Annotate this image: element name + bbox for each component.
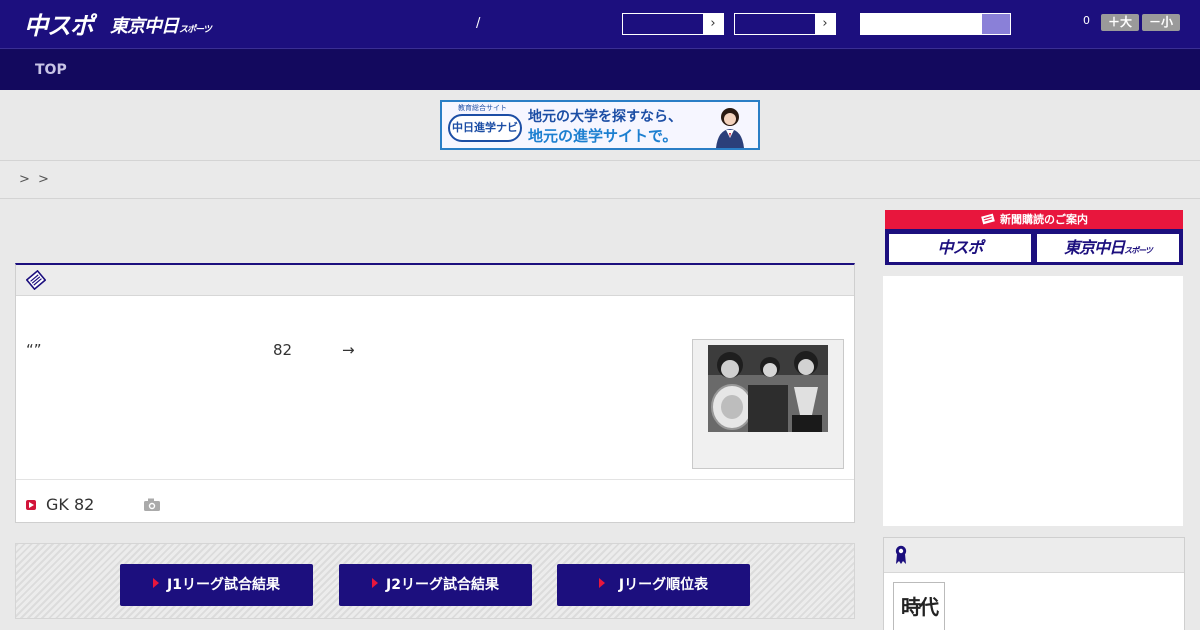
tokyo-chunichi-logo[interactable]: 東京中日スポーツ (110, 12, 212, 38)
play-bullet-icon (26, 500, 36, 510)
chuspo-subscribe-button[interactable]: 中スポ (888, 233, 1032, 263)
person-image (716, 108, 744, 148)
j-standings-label: Jリーグ順位表 (618, 577, 709, 593)
article-card: “” 82 → GK 82 (15, 263, 855, 523)
ranking-box: 時代 (883, 537, 1185, 630)
ad-banner[interactable]: 教育総合サイト 中日進学ナビ 地元の大学を探すなら、 地元の進学サイトで。 (440, 100, 760, 150)
search-button[interactable] (982, 14, 1010, 34)
category-select-1[interactable]: › (622, 13, 724, 35)
tokyo-subscribe-small: スポーツ (1124, 246, 1153, 255)
article-arrow: → (342, 341, 355, 359)
article-footer[interactable]: GK 82 (16, 479, 854, 523)
chuspo-logo[interactable]: 中スポ (24, 6, 94, 41)
nav-item-top[interactable]: TOP (35, 62, 67, 78)
font-size-count: 0 (1083, 14, 1090, 27)
global-nav: TOP (0, 48, 1200, 90)
newspaper-icon (981, 213, 995, 225)
category-select-2[interactable]: › (734, 13, 836, 35)
banner-tag: 教育総合サイト (458, 104, 507, 112)
tokyo-logo-small: スポーツ (179, 25, 212, 35)
triangle-right-icon (153, 578, 160, 588)
camera-icon (144, 498, 160, 511)
tokyo-subscribe-text: 東京中日 (1064, 238, 1125, 257)
header-separator: / (476, 16, 481, 31)
search-input[interactable] (860, 13, 1011, 35)
ranking-header (884, 538, 1184, 573)
font-smaller-button[interactable]: －小 (1142, 14, 1180, 31)
site-header: 中スポ 東京中日スポーツ / › › 0 ＋大 －小 (0, 0, 1200, 48)
news-icon (26, 270, 46, 290)
triangle-right-icon (598, 578, 605, 588)
photo-frame[interactable] (692, 339, 844, 469)
article-photo[interactable] (708, 345, 828, 432)
ranking-thumbnail[interactable]: 時代 (893, 582, 945, 630)
article-header (16, 265, 854, 296)
article-quote: “” (26, 341, 42, 359)
triangle-right-icon (372, 578, 379, 588)
breadcrumb-separator: > (38, 172, 49, 187)
banner-logo: 中日進学ナビ (448, 114, 522, 142)
j1-results-button[interactable]: J1リーグ試合結果 (120, 564, 313, 606)
article-footer-text[interactable]: GK 82 (46, 495, 94, 514)
font-larger-button[interactable]: ＋大 (1101, 14, 1139, 31)
j2-results-button[interactable]: J2リーグ試合結果 (339, 564, 532, 606)
subscription-box: 新聞購読のご案内 中スポ 東京中日スポーツ (885, 210, 1183, 265)
tokyo-logo-text: 東京中日 (110, 16, 179, 37)
j-standings-button[interactable]: Jリーグ順位表 (557, 564, 750, 606)
tokyo-chunichi-subscribe-button[interactable]: 東京中日スポーツ (1036, 233, 1180, 263)
subscription-heading: 新聞購読のご案内 (885, 210, 1183, 229)
breadcrumb-separator: > (19, 172, 30, 187)
banner-line-2: 地元の進学サイトで。 (528, 127, 678, 145)
chevron-right-icon[interactable]: › (703, 14, 723, 34)
ribbon-icon (895, 545, 907, 564)
article-number: 82 (273, 341, 293, 359)
j2-results-label: J2リーグ試合結果 (386, 577, 499, 593)
subscription-heading-text: 新聞購読のご案内 (1000, 213, 1088, 226)
j1-results-label: J1リーグ試合結果 (167, 577, 280, 593)
sidebar-ad[interactable] (883, 276, 1183, 526)
chevron-right-icon[interactable]: › (815, 14, 835, 34)
banner-line-1: 地元の大学を探すなら、 (528, 109, 682, 125)
league-links-panel: J1リーグ試合結果 J2リーグ試合結果 Jリーグ順位表 (15, 543, 855, 619)
breadcrumb: > > (0, 160, 1200, 199)
